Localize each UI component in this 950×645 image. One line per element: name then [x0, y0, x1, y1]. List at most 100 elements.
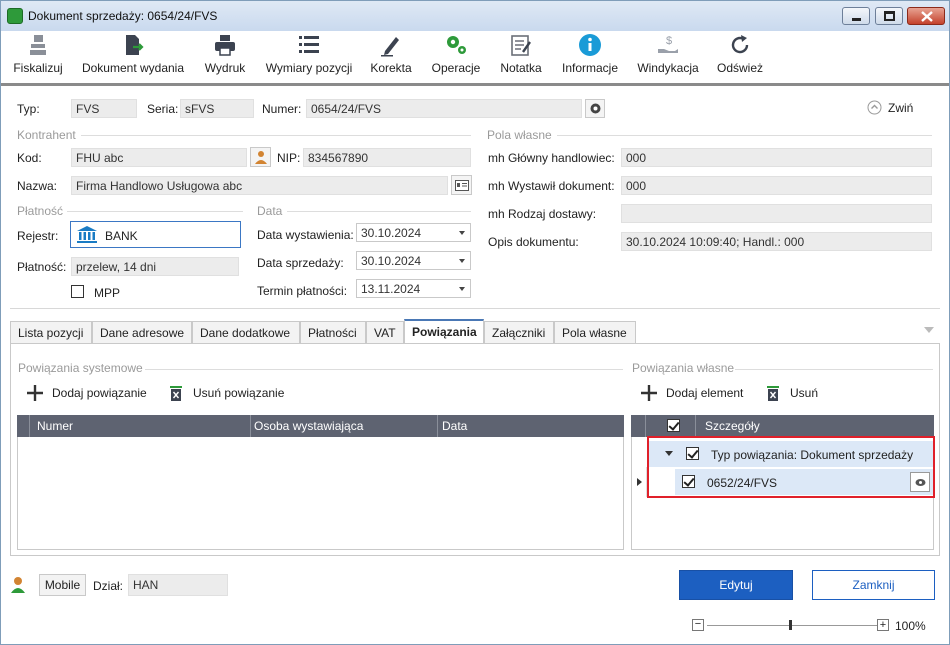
tab-relations[interactable]: Powiązania — [404, 319, 484, 345]
relations-panel: Powiązania systemowe Dodaj powiązanie Us… — [10, 343, 940, 556]
refresh-button[interactable]: Odśwież — [713, 31, 767, 83]
mpp-label: MPP — [94, 286, 121, 300]
correction-button[interactable]: Korekta — [367, 31, 415, 83]
tab-address-data[interactable]: Dane adresowe — [92, 321, 192, 344]
current-row-icon — [637, 478, 642, 486]
add-element-button[interactable]: Dodaj element — [640, 382, 750, 404]
cash-register-icon — [30, 35, 46, 55]
trash-icon — [170, 386, 182, 401]
fiscalize-label: Fiskalizuj — [13, 61, 63, 75]
edit-button[interactable]: Edytuj — [679, 570, 793, 600]
mobile-button[interactable]: Mobile — [39, 574, 86, 596]
column-details[interactable]: Szczegóły — [705, 419, 760, 433]
tab-attachments[interactable]: Załączniki — [484, 321, 554, 344]
system-relations-header: Numer Osoba wystawiająca Data — [17, 415, 624, 437]
remove-element-button[interactable]: Usuń — [764, 382, 824, 404]
tab-payments[interactable]: Płatności — [300, 321, 366, 344]
select-all-checkbox[interactable] — [667, 419, 680, 432]
type-label: Typ: — [17, 102, 40, 116]
zoom-slider-thumb[interactable] — [789, 620, 792, 630]
highlight-box — [647, 436, 935, 498]
dispatch-document-button[interactable]: Dokument wydania — [79, 31, 187, 83]
print-label: Wydruk — [204, 61, 246, 75]
name-field[interactable]: Firma Handlowo Usługowa abc — [71, 176, 448, 195]
zoom-in-button[interactable]: + — [877, 619, 889, 631]
document-description-field[interactable]: 30.10.2024 10:09:40; Handl.: 000 — [621, 232, 932, 251]
dates-section-label: Data — [257, 204, 283, 218]
debt-collection-button[interactable]: $ Windykacja — [633, 31, 703, 83]
list-icon — [299, 36, 319, 53]
remove-relation-button[interactable]: Usuń powiązanie — [167, 382, 287, 404]
close-window-button[interactable] — [907, 7, 945, 25]
zoom-out-button[interactable]: − — [692, 619, 704, 631]
gear-icon — [590, 103, 601, 114]
column-number[interactable]: Numer — [37, 419, 73, 433]
person-icon — [255, 151, 267, 164]
main-salesman-field[interactable]: 000 — [621, 148, 932, 167]
header-divider — [10, 308, 940, 309]
note-button[interactable]: Notatka — [495, 31, 547, 83]
add-relation-button[interactable]: Dodaj powiązanie — [26, 382, 156, 404]
trash-icon — [767, 386, 779, 401]
number-settings-button[interactable] — [585, 99, 605, 118]
delivery-type-field[interactable] — [621, 204, 932, 223]
debt-collection-label: Windykacja — [637, 61, 699, 75]
name-label: Nazwa: — [17, 179, 58, 193]
own-relations-section-label: Powiązania własne — [632, 361, 735, 375]
operations-label: Operacje — [431, 61, 481, 75]
sale-date-value: 30.10.2024 — [361, 254, 422, 268]
system-relations-section-label: Powiązania systemowe — [18, 361, 143, 375]
chevron-up-circle-icon — [867, 100, 882, 115]
row-indicator — [632, 467, 647, 497]
user-status-icon — [11, 577, 25, 593]
due-date-picker[interactable]: 13.11.2024 — [356, 279, 471, 298]
code-field[interactable]: FHU abc — [71, 148, 247, 167]
print-button[interactable]: Wydruk — [199, 31, 251, 83]
delivery-type-label: mh Rodzaj dostawy: — [488, 207, 597, 221]
plus-icon — [27, 385, 43, 401]
close-button[interactable]: Zamknij — [812, 570, 935, 600]
issued-by-field[interactable]: 000 — [621, 176, 932, 195]
section-divider — [145, 369, 623, 370]
info-icon — [579, 34, 601, 56]
operations-button[interactable]: Operacje — [427, 31, 485, 83]
tabs-overflow-icon[interactable] — [924, 327, 934, 333]
money-hand-icon: $ — [658, 35, 678, 53]
remove-element-label: Usuń — [790, 386, 819, 400]
item-dimensions-button[interactable]: Wymiary pozycji — [263, 31, 355, 83]
tab-custom-fields[interactable]: Pola własne — [554, 321, 636, 344]
toolbar: Fiskalizuj Dokument wydania Wydruk Wymia… — [1, 31, 949, 86]
register-field[interactable]: BANK — [70, 221, 241, 248]
series-field[interactable]: sFVS — [180, 99, 254, 118]
issue-date-picker[interactable]: 30.10.2024 — [356, 223, 471, 242]
tab-item-list[interactable]: Lista pozycji — [10, 321, 92, 344]
department-field[interactable]: HAN — [128, 574, 228, 596]
collapse-button[interactable]: Zwiń — [867, 99, 925, 117]
contractor-section-label: Kontrahent — [17, 128, 76, 142]
tab-additional-data[interactable]: Dane dodatkowe — [192, 321, 300, 344]
payment-method-field[interactable]: przelew, 14 dni — [71, 257, 239, 276]
mpp-checkbox[interactable] — [71, 285, 84, 298]
select-contractor-button[interactable] — [250, 147, 271, 167]
issue-date-value: 30.10.2024 — [361, 226, 422, 240]
contractor-card-button[interactable] — [451, 175, 472, 195]
nip-field[interactable]: 834567890 — [303, 148, 471, 167]
collapse-label: Zwiń — [888, 101, 914, 115]
number-field[interactable]: 0654/24/FVS — [306, 99, 582, 118]
sale-date-picker[interactable]: 30.10.2024 — [356, 251, 471, 270]
information-button[interactable]: Informacje — [559, 31, 621, 83]
register-value: BANK — [105, 229, 138, 243]
section-divider — [557, 135, 932, 136]
type-field[interactable]: FVS — [71, 99, 137, 118]
tab-vat[interactable]: VAT — [366, 321, 404, 344]
code-label: Kod: — [17, 151, 42, 165]
fiscalize-button[interactable]: Fiskalizuj — [9, 31, 67, 83]
issue-date-label: Data wystawienia: — [257, 228, 354, 242]
column-issuer[interactable]: Osoba wystawiająca — [254, 419, 363, 433]
minimize-button[interactable] — [842, 7, 870, 25]
register-label: Rejestr: — [17, 229, 59, 243]
maximize-button[interactable] — [875, 7, 903, 25]
column-date[interactable]: Data — [442, 419, 467, 433]
zoom-slider[interactable] — [707, 625, 877, 626]
issued-by-label: mh Wystawił dokument: — [488, 179, 615, 193]
